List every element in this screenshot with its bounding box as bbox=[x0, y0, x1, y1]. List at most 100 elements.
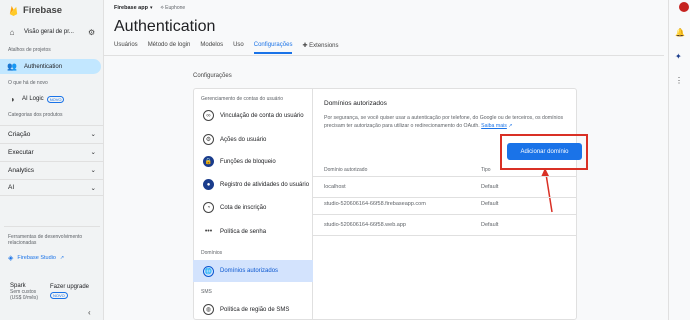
firebase-logo-icon bbox=[9, 5, 18, 16]
settings-nav: Gerenciamento de contas do usuário ∞ Vin… bbox=[193, 88, 313, 320]
nav-item-label: Registro de atividades do usuário bbox=[220, 181, 310, 188]
nav-item-activity-log[interactable]: ● Registro de atividades do usuário bbox=[193, 175, 313, 194]
categories-label: Categorias dos produtos bbox=[8, 112, 63, 118]
nav-item-label: Política de região de SMS bbox=[220, 306, 290, 313]
nav-item-sms-region-policy[interactable]: ◍ Política de região de SMS bbox=[193, 300, 313, 319]
domain-icon: 🌐 bbox=[203, 265, 214, 277]
nav-group-heading: Gerenciamento de contas do usuário bbox=[201, 96, 283, 102]
description-text: Por segurança, se você quiser usar a aut… bbox=[324, 115, 564, 129]
chevron-down-icon: ⌄ bbox=[90, 149, 96, 156]
speed-icon: ◔ bbox=[203, 202, 214, 213]
brand-name: Firebase bbox=[23, 5, 63, 16]
globe-icon: ◍ bbox=[203, 304, 214, 315]
type-cell: Default bbox=[481, 184, 499, 190]
tab-templates[interactable]: Modelos bbox=[200, 42, 223, 54]
right-rail: 🔔 ✦ ⋮ bbox=[668, 0, 690, 320]
nav-item-user-actions[interactable]: ⚙ Ações do usuário bbox=[193, 130, 313, 149]
studio-icon: ◈ bbox=[8, 255, 14, 262]
tab-extensions[interactable]: ✚ Extensions bbox=[302, 42, 338, 54]
type-cell: Default bbox=[481, 222, 499, 228]
nav-item-label: Domínios autorizados bbox=[220, 268, 279, 274]
table-row[interactable]: studio-520606164-66f58.firebaseapp.com D… bbox=[313, 194, 577, 215]
sidebar-item-ai-logic[interactable]: ◑ AI Logic NOVO bbox=[0, 93, 104, 105]
nav-item-label: Política de senha bbox=[220, 228, 267, 235]
domain-cell: studio-520606164-66f58.firebaseapp.com bbox=[324, 201, 426, 207]
nav-group-heading: Domínios bbox=[201, 250, 223, 256]
nav-item-label: Funções de bloqueio bbox=[220, 158, 276, 165]
nav-group-heading: SMS bbox=[201, 289, 212, 295]
tab-settings[interactable]: Configurações bbox=[253, 42, 293, 54]
sidebar-item-overview[interactable]: ⌂ Visão geral de pr... ⚙ bbox=[0, 26, 104, 38]
nav-item-authorized-domains[interactable]: 🌐 Domínios autorizados bbox=[193, 260, 313, 282]
nav-item-label: Cota de inscrição bbox=[220, 204, 267, 211]
gear-icon[interactable]: ⚙ bbox=[88, 28, 95, 37]
page-title: Authentication bbox=[114, 18, 216, 35]
environment-label[interactable]: ⟡ Euphone bbox=[160, 5, 185, 11]
link-icon: ∞ bbox=[203, 110, 214, 121]
password-icon: ••• bbox=[204, 228, 213, 235]
whats-new-link[interactable]: O que há de novo bbox=[8, 80, 48, 86]
sidebar-section-run[interactable]: Executar ⌄ bbox=[0, 143, 104, 160]
section-label: Executar bbox=[8, 148, 34, 156]
sidebar-item-label: Visão geral de pr... bbox=[24, 29, 74, 35]
upgrade-label: Fazer upgrade bbox=[50, 284, 90, 290]
dev-tools-label: Ferramentas de desenvolvimento relaciona… bbox=[8, 234, 83, 246]
nav-item-signup-quota[interactable]: ◔ Cota de inscrição bbox=[193, 198, 313, 217]
panel-description: Por segurança, se você quiser usar a aut… bbox=[324, 114, 569, 130]
users-icon: 👥 bbox=[7, 62, 17, 71]
plan-price: (US$ 0/mês) bbox=[10, 295, 39, 301]
nav-item-label: Ações do usuário bbox=[220, 136, 267, 143]
top-bar: Firebase app ▾ ⟡ Euphone bbox=[104, 0, 690, 16]
learn-more-link[interactable]: Saiba mais bbox=[481, 123, 507, 129]
tab-sign-in-method[interactable]: Método de login bbox=[148, 42, 191, 54]
chevron-down-icon[interactable]: ▾ bbox=[150, 5, 153, 11]
nav-item-label: Vinculação de conta do usuário bbox=[220, 112, 304, 119]
external-link-icon: ↗ bbox=[59, 255, 65, 261]
project-selector[interactable]: Firebase app bbox=[114, 5, 148, 11]
app-root: Firebase ⌂ Visão geral de pr... ⚙ Atalho… bbox=[0, 0, 690, 320]
chevron-down-icon: ⌄ bbox=[90, 184, 96, 192]
home-icon: ⌂ bbox=[9, 27, 15, 37]
sidebar-item-label: AI Logic bbox=[22, 96, 44, 102]
chevron-down-icon: ⌄ bbox=[90, 131, 96, 138]
new-badge: NOVO bbox=[46, 95, 65, 103]
collapse-icon[interactable]: ‹ bbox=[88, 308, 91, 317]
domain-cell: studio-520606164-66f58.web.app bbox=[324, 222, 406, 228]
section-title: Configurações bbox=[193, 73, 232, 79]
plan-info: Spark Sem custos (US$ 0/mês) bbox=[10, 283, 38, 301]
nav-item-blocking-functions[interactable]: 🔒 Funções de bloqueio bbox=[193, 152, 313, 171]
lock-icon: 🔒 bbox=[203, 156, 214, 167]
sidebar-section-build[interactable]: Criação ⌄ bbox=[0, 125, 104, 142]
pinned-label: Atalhos de projetos bbox=[8, 47, 51, 53]
external-link-icon: ↗ bbox=[508, 123, 513, 129]
section-label: AI bbox=[8, 184, 15, 191]
table-row[interactable]: studio-520606164-66f58.web.app Default bbox=[313, 215, 577, 236]
brand[interactable]: Firebase bbox=[8, 5, 62, 16]
tabs-divider bbox=[104, 55, 664, 56]
nav-item-password-policy[interactable]: ••• Política de senha bbox=[193, 222, 313, 241]
tab-bar: Usuários Método de login Modelos Uso Con… bbox=[114, 42, 339, 54]
more-vertical-icon[interactable]: ⋮ bbox=[675, 76, 683, 85]
domain-cell: localhost bbox=[324, 184, 346, 190]
nav-item-account-linking[interactable]: ∞ Vinculação de conta do usuário bbox=[193, 106, 313, 125]
tab-label: Extensions bbox=[309, 43, 339, 49]
bell-icon[interactable]: 🔔 bbox=[675, 28, 685, 37]
sidebar-section-ai[interactable]: AI ⌄ bbox=[0, 179, 104, 196]
gear-icon: ⚙ bbox=[203, 134, 214, 145]
avatar[interactable] bbox=[679, 2, 689, 12]
ai-logic-icon: ◑ bbox=[9, 94, 15, 104]
type-cell: Default bbox=[481, 201, 499, 207]
environment-name: Euphone bbox=[165, 5, 186, 11]
column-header-domain: Domínio autorizado bbox=[324, 167, 368, 173]
gemini-icon[interactable]: ✦ bbox=[675, 52, 682, 61]
sidebar-section-analytics[interactable]: Analytics ⌄ bbox=[0, 161, 104, 178]
tab-usage[interactable]: Uso bbox=[233, 42, 244, 54]
panel-title: Domínios autorizados bbox=[324, 100, 387, 107]
upgrade-button[interactable]: Fazer upgrade NOVO bbox=[50, 284, 89, 299]
domains-table-header: Domínio autorizado Tipo bbox=[313, 164, 577, 177]
tab-users[interactable]: Usuários bbox=[114, 42, 138, 54]
sidebar-item-authentication[interactable]: 👥 Authentication bbox=[0, 59, 101, 74]
firebase-studio-link[interactable]: ◈ Firebase Studio ↗ bbox=[8, 254, 64, 262]
column-header-type: Tipo bbox=[481, 167, 491, 173]
section-label: Criação bbox=[8, 130, 31, 138]
